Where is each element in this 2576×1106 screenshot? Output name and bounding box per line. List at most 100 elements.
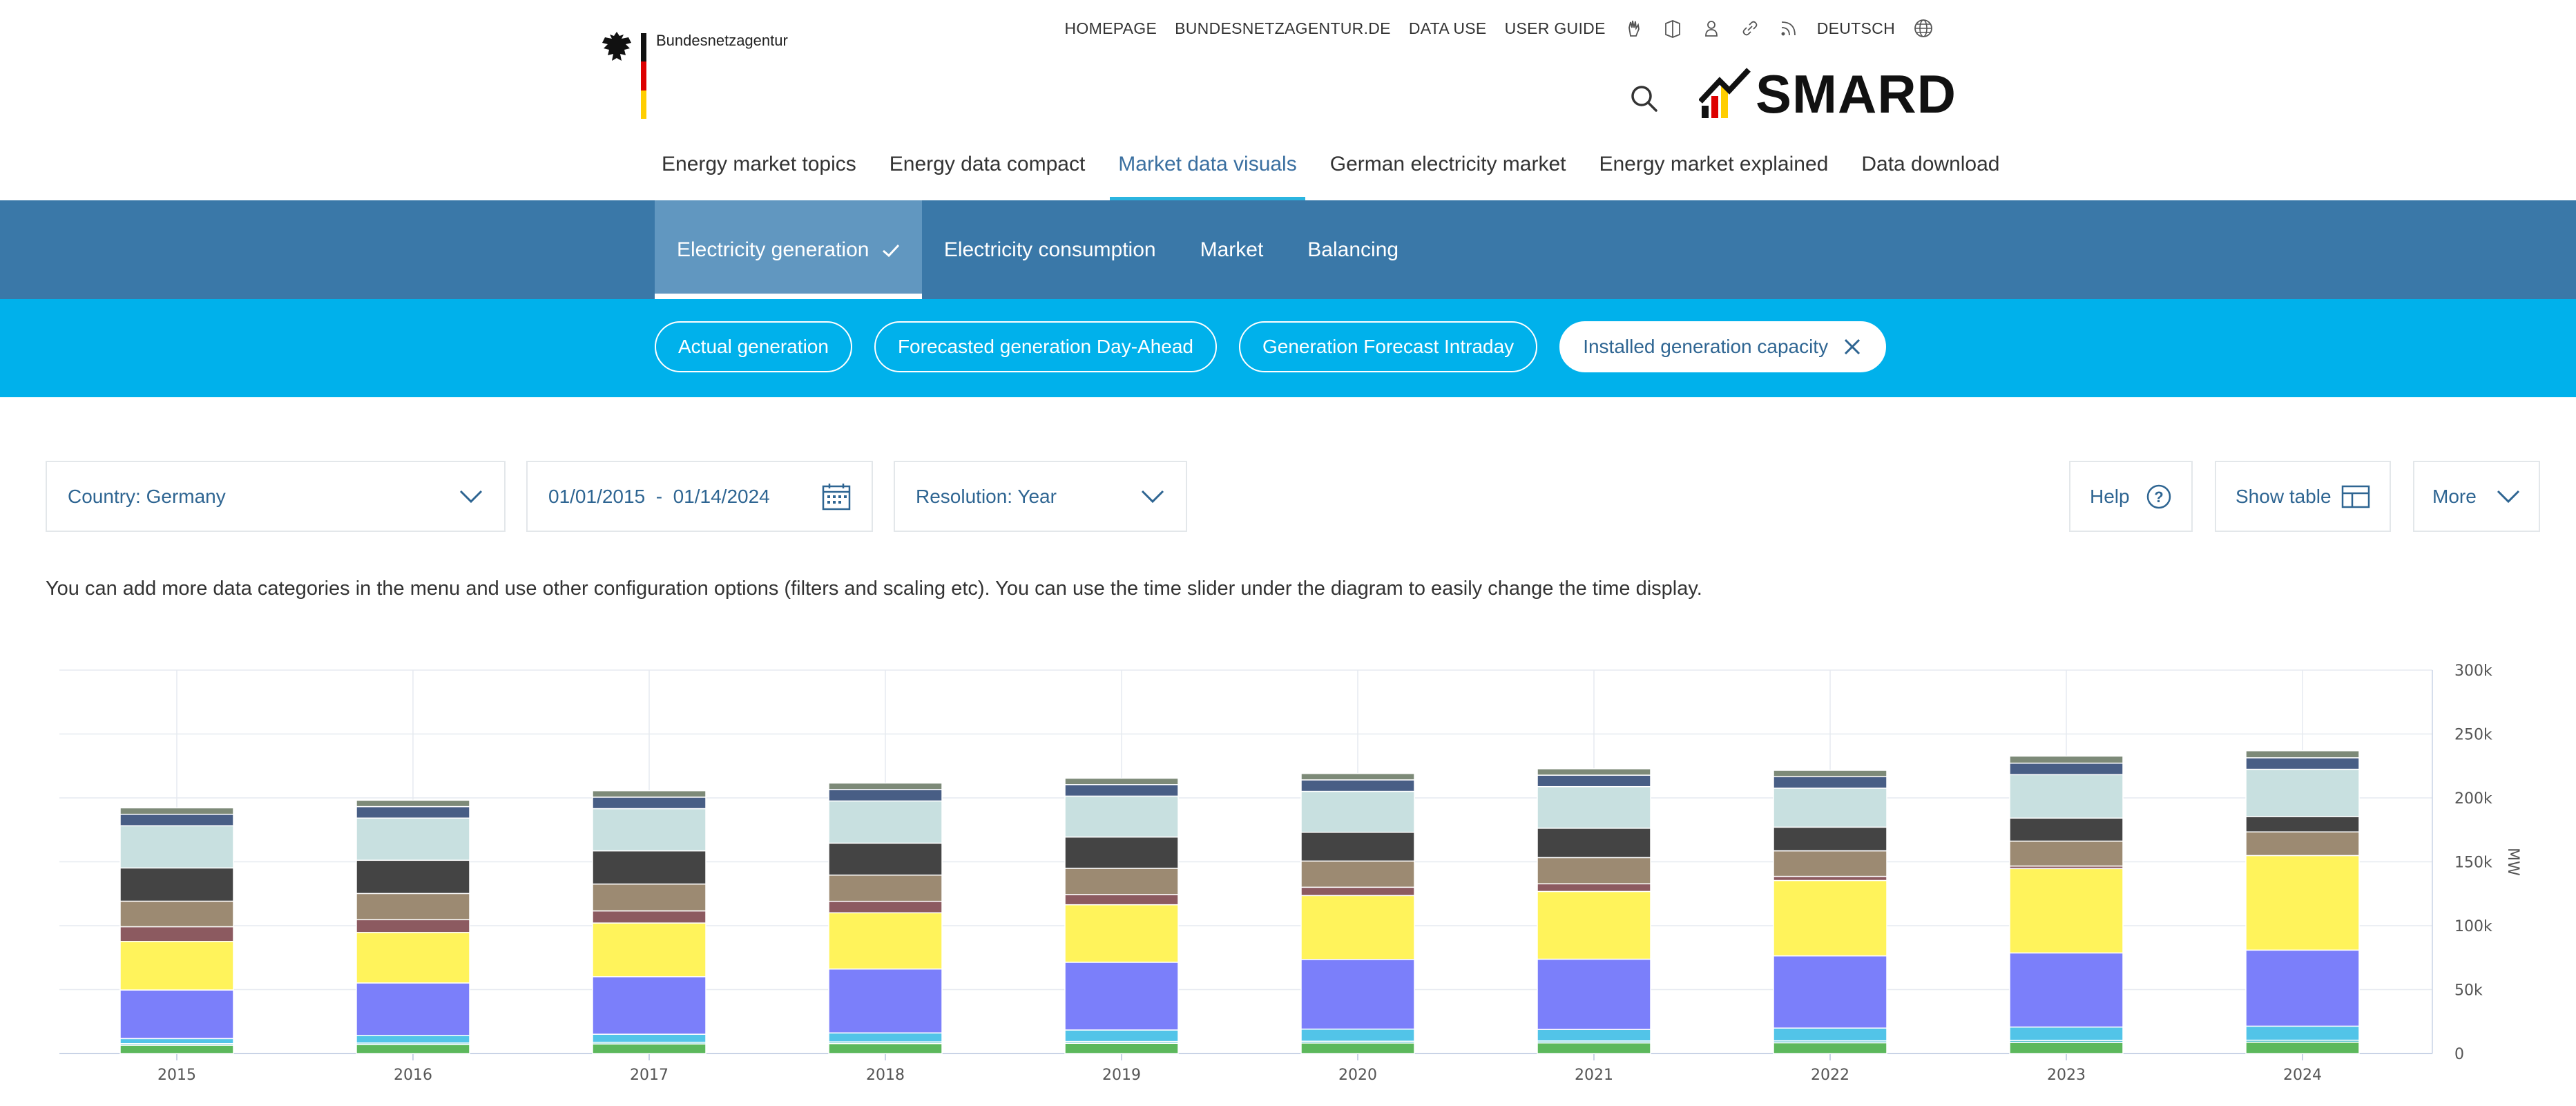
nav-energy-market-explained[interactable]: Energy market explained bbox=[1582, 145, 1845, 200]
bar-segment bbox=[592, 790, 707, 798]
pill-actual-generation[interactable]: Actual generation bbox=[655, 321, 852, 372]
globe-icon[interactable] bbox=[1913, 18, 1934, 39]
installed-capacity-chart: 0 50k 100k 150k 200k 250k 300k 2015 2016 2017 2018… bbox=[0, 649, 2576, 1106]
tab-label: Electricity generation bbox=[677, 238, 869, 261]
org-name: Bundesnetzagentur bbox=[656, 32, 788, 49]
search-icon[interactable] bbox=[1628, 83, 1660, 115]
bar-segment bbox=[119, 867, 234, 902]
date-separator: - bbox=[655, 485, 663, 507]
bundesnetzagentur-logo[interactable]: Bundesnetzagentur bbox=[601, 29, 788, 119]
pill-forecasted-day-ahead[interactable]: Forecasted generation Day-Ahead bbox=[874, 321, 1217, 372]
bar-segment bbox=[119, 941, 234, 991]
smard-logo[interactable]: SMARD bbox=[1699, 66, 1957, 121]
bar-segment bbox=[1064, 836, 1179, 869]
x-tick-label: 2020 bbox=[1338, 1067, 1377, 1084]
date-range-picker[interactable]: 01/01/2015 - 01/14/2024 bbox=[526, 461, 873, 532]
tab-market[interactable]: Market bbox=[1178, 200, 1286, 299]
bar-segment bbox=[828, 874, 943, 902]
top-link-homepage[interactable]: HOMEPAGE bbox=[1065, 19, 1157, 38]
bar-segment bbox=[592, 922, 707, 978]
bar-segment bbox=[828, 782, 943, 790]
bar-segment bbox=[356, 982, 470, 1036]
sign-language-icon[interactable] bbox=[1624, 18, 1644, 39]
bar-segment bbox=[2009, 1026, 2124, 1041]
bar-segment bbox=[828, 800, 943, 844]
y-tick-label: 100k bbox=[2454, 918, 2492, 935]
date-from[interactable]: 01/01/2015 bbox=[548, 486, 645, 507]
pill-forecast-intraday[interactable]: Generation Forecast Intraday bbox=[1238, 321, 1538, 372]
bar-segment bbox=[119, 825, 234, 869]
date-to[interactable]: 01/14/2024 bbox=[673, 486, 770, 507]
top-link-data-use[interactable]: DATA USE bbox=[1409, 19, 1487, 38]
brand-name: SMARD bbox=[1756, 64, 1957, 124]
y-axis-label: MW bbox=[2504, 848, 2521, 876]
country-select[interactable]: Country: Germany bbox=[46, 461, 506, 532]
bar-segment bbox=[1300, 959, 1415, 1030]
nav-data-download[interactable]: Data download bbox=[1845, 145, 2016, 200]
bar-segment bbox=[1537, 958, 1651, 1030]
user-icon[interactable] bbox=[1701, 18, 1722, 39]
resolution-select[interactable]: Resolution: Year bbox=[894, 461, 1187, 532]
more-menu-button[interactable]: More bbox=[2413, 461, 2540, 532]
date-range-text: 01/01/2015 - 01/14/2024 bbox=[548, 486, 770, 508]
bar-segment bbox=[356, 1034, 470, 1044]
bar-segment bbox=[2245, 768, 2360, 817]
bar-segment bbox=[1773, 1027, 1887, 1042]
easy-language-book-icon[interactable] bbox=[1662, 18, 1683, 39]
x-tick-label: 2024 bbox=[2283, 1067, 2322, 1084]
help-button[interactable]: Help ? bbox=[2069, 461, 2193, 532]
bar-segment bbox=[1300, 860, 1415, 888]
bar-segment bbox=[119, 1038, 234, 1045]
bar-segment bbox=[2009, 1042, 2124, 1054]
bar-segment bbox=[1773, 776, 1887, 789]
x-tick-label: 2022 bbox=[1811, 1067, 1849, 1084]
checkmark-icon bbox=[882, 245, 899, 258]
top-link-bnetza[interactable]: BUNDESNETZAGENTUR.DE bbox=[1175, 19, 1391, 38]
top-link-user-guide[interactable]: USER GUIDE bbox=[1505, 19, 1606, 38]
tab-electricity-generation[interactable]: Electricity generation bbox=[655, 200, 922, 299]
link-icon[interactable] bbox=[1740, 18, 1760, 39]
bar-segment bbox=[356, 805, 470, 819]
bar-segment bbox=[1300, 832, 1415, 862]
bar-segment bbox=[1064, 894, 1179, 906]
bar-segment bbox=[356, 859, 470, 895]
bar-segment bbox=[2009, 868, 2124, 954]
y-tick-label: 200k bbox=[2454, 790, 2492, 808]
bar-segment bbox=[2009, 817, 2124, 842]
bar-segment bbox=[592, 910, 707, 924]
language-switch[interactable]: DEUTSCH bbox=[1817, 19, 1895, 38]
x-tick-label: 2021 bbox=[1575, 1067, 1613, 1084]
nav-energy-data-compact[interactable]: Energy data compact bbox=[873, 145, 1102, 200]
bar-segment bbox=[828, 1042, 943, 1054]
chevron-down-icon bbox=[1141, 490, 1164, 503]
bar-segment bbox=[119, 807, 234, 815]
svg-text:?: ? bbox=[2154, 488, 2163, 506]
nav-german-electricity-market[interactable]: German electricity market bbox=[1314, 145, 1583, 200]
bar-segment bbox=[1773, 788, 1887, 828]
bar-segment bbox=[1064, 1029, 1179, 1042]
bar-segment bbox=[1064, 784, 1179, 797]
tab-electricity-consumption[interactable]: Electricity consumption bbox=[922, 200, 1178, 299]
bar-segment bbox=[1064, 777, 1179, 785]
x-tick-label: 2017 bbox=[630, 1067, 669, 1084]
bar-segment bbox=[592, 883, 707, 912]
pill-installed-capacity[interactable]: Installed generation capacity bbox=[1559, 321, 1887, 372]
y-tick-label: 150k bbox=[2454, 855, 2492, 872]
eagle-icon bbox=[602, 32, 631, 61]
bar-segment bbox=[1064, 795, 1179, 838]
show-table-button[interactable]: Show table bbox=[2215, 461, 2391, 532]
bar-segment bbox=[1537, 774, 1651, 788]
calendar-icon[interactable] bbox=[822, 483, 851, 511]
nav-energy-market-topics[interactable]: Energy market topics bbox=[662, 145, 873, 200]
pill-label: Installed generation capacity bbox=[1583, 336, 1829, 357]
tab-balancing[interactable]: Balancing bbox=[1285, 200, 1421, 299]
x-tick-label: 2019 bbox=[1102, 1067, 1141, 1084]
rss-icon[interactable] bbox=[1778, 18, 1799, 39]
sub-navigation: Electricity generation Electricity consu… bbox=[0, 200, 2576, 299]
close-icon[interactable] bbox=[1842, 336, 1863, 357]
question-circle-icon: ? bbox=[2146, 484, 2171, 508]
bar-segment bbox=[1537, 785, 1651, 829]
nav-market-data-visuals[interactable]: Market data visuals bbox=[1102, 145, 1313, 200]
german-flag-stripe bbox=[641, 33, 646, 119]
site-header: Bundesnetzagentur HOMEPAGE BUNDESNETZAGE… bbox=[0, 0, 2576, 200]
